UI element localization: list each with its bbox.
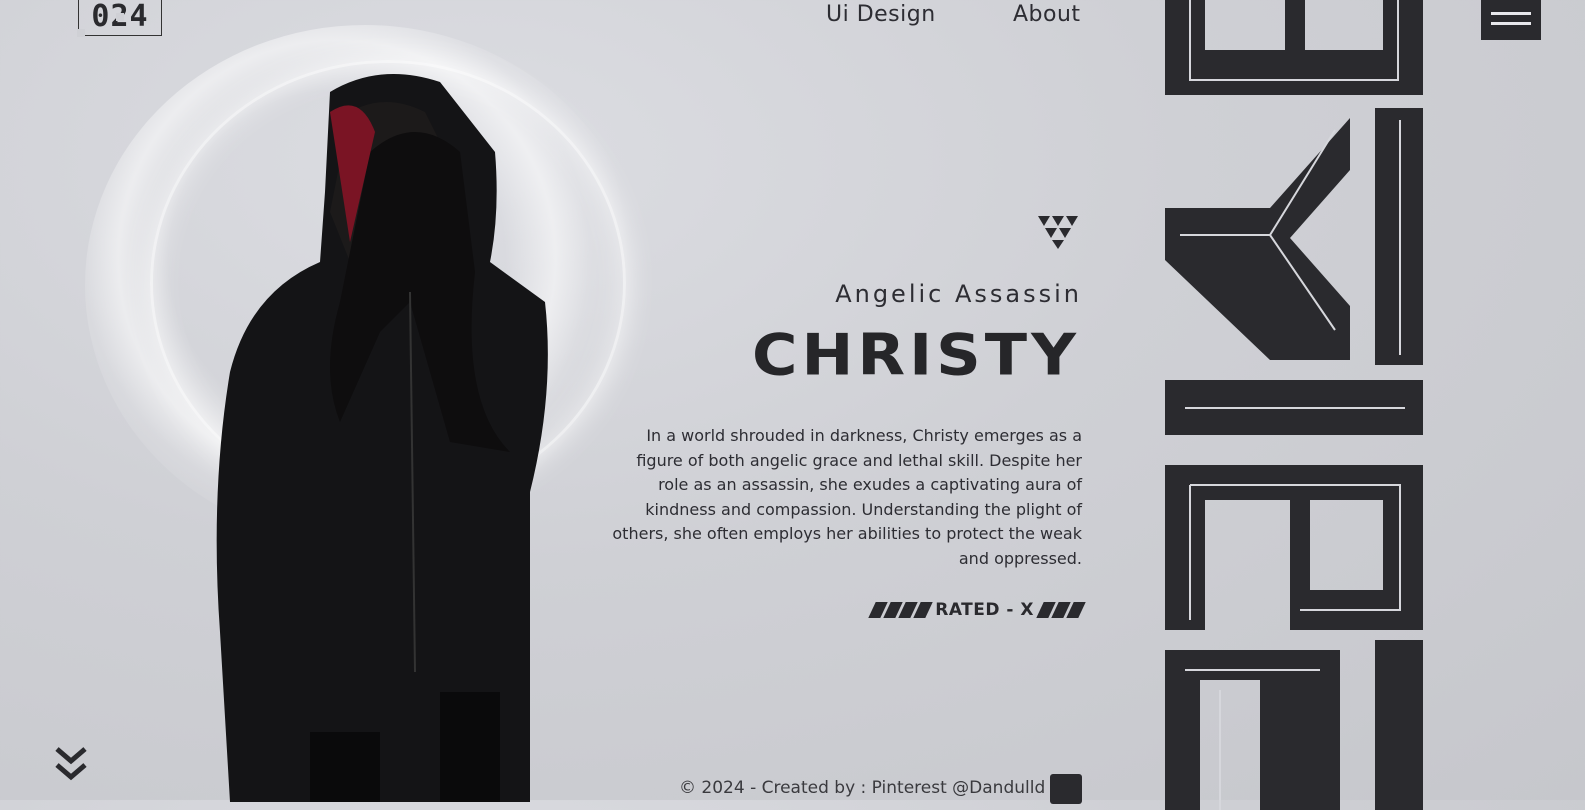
footer-credit: © 2024 - Created by : Pinterest @Dandull…	[679, 778, 1046, 798]
triangle-emblem-icon	[1038, 216, 1078, 249]
nav-link-ui-design[interactable]: Ui Design	[826, 2, 936, 27]
hamburger-menu-button[interactable]	[1481, 0, 1541, 40]
rating-badge: RATED - X	[868, 598, 1086, 622]
character-photo	[216, 74, 548, 802]
double-chevron-down-icon[interactable]	[54, 746, 88, 784]
stripe-decoration	[1036, 602, 1086, 618]
hamburger-line	[1491, 11, 1531, 15]
site-logo[interactable]: 024	[77, 0, 162, 37]
hero-subtitle: Angelic Assassin	[835, 280, 1082, 308]
hero-title: CHRISTY	[751, 320, 1080, 389]
nav-link-about[interactable]: About	[1013, 2, 1081, 27]
hero-description: In a world shrouded in darkness, Christy…	[612, 426, 1082, 568]
decorative-vertical-lettering	[1165, 0, 1423, 810]
hamburger-line	[1491, 21, 1531, 25]
stripe-decoration	[868, 602, 933, 618]
rating-label: RATED - X	[935, 600, 1034, 620]
